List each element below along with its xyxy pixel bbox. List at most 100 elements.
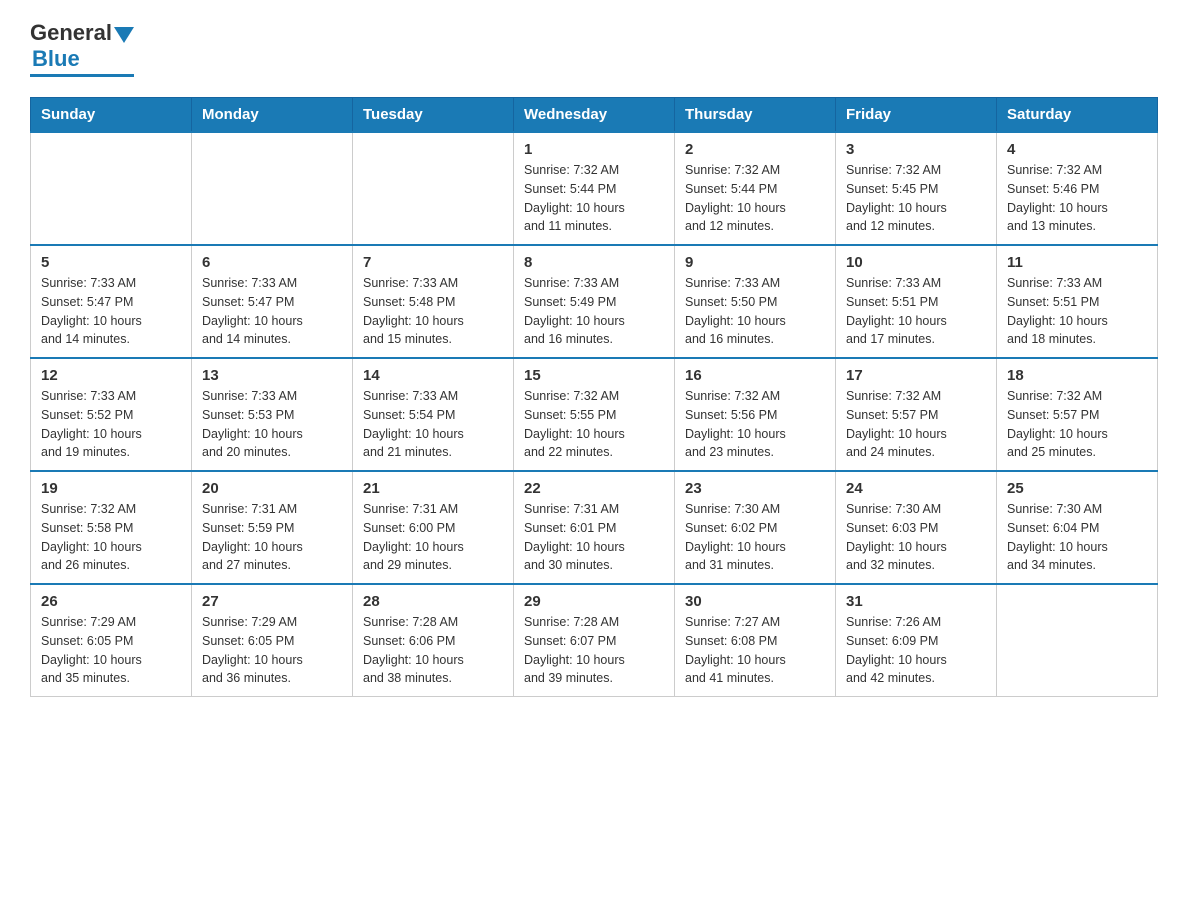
day-number: 26 [41,593,181,610]
day-info: Sunrise: 7:32 AM Sunset: 5:44 PM Dayligh… [685,163,786,233]
calendar-week-row: 19Sunrise: 7:32 AM Sunset: 5:58 PM Dayli… [31,471,1158,584]
day-number: 20 [202,480,342,497]
day-number: 9 [685,254,825,271]
calendar-day-cell: 15Sunrise: 7:32 AM Sunset: 5:55 PM Dayli… [514,358,675,471]
calendar-day-cell: 27 Sunrise: 7:29 AM Sunset: 6:05 PM Dayli… [192,584,353,697]
calendar-day-cell [353,132,514,245]
calendar-day-cell: 21Sunrise: 7:31 AM Sunset: 6:00 PM Dayli… [353,471,514,584]
day-number: 6 [202,254,342,271]
calendar-day-cell: 16 Sunrise: 7:32 AM Sunset: 5:56 PM Dayli… [675,358,836,471]
day-number: 27 [202,593,342,610]
calendar-header-row: SundayMondayTuesdayWednesdayThursdayFrid… [31,98,1158,133]
day-number: 22 [524,480,664,497]
calendar-day-cell [192,132,353,245]
calendar-day-cell: 7 Sunrise: 7:33 AM Sunset: 5:48 PM Daylig… [353,245,514,358]
day-number: 29 [524,593,664,610]
day-of-week-header: Wednesday [514,98,675,133]
calendar-day-cell [997,584,1158,697]
day-number: 24 [846,480,986,497]
day-info: Sunrise: 7:33 AM Sunset: 5:48 PM Dayligh… [363,276,464,346]
day-number: 11 [1007,254,1147,271]
day-number: 21 [363,480,503,497]
day-info: Sunrise: 7:32 AM Sunset: 5:55 PM Dayligh… [524,389,625,459]
calendar-week-row: 26 Sunrise: 7:29 AM Sunset: 6:05 PM Dayli… [31,584,1158,697]
day-info: Sunrise: 7:28 AM Sunset: 6:06 PM Dayligh… [363,615,464,685]
calendar-day-cell: 26 Sunrise: 7:29 AM Sunset: 6:05 PM Dayli… [31,584,192,697]
calendar-day-cell: 8Sunrise: 7:33 AM Sunset: 5:49 PM Daylig… [514,245,675,358]
day-info: Sunrise: 7:32 AM Sunset: 5:44 PM Dayligh… [524,163,625,233]
calendar-day-cell: 19Sunrise: 7:32 AM Sunset: 5:58 PM Dayli… [31,471,192,584]
day-info: Sunrise: 7:29 AM Sunset: 6:05 PM Dayligh… [41,615,142,685]
day-number: 2 [685,141,825,158]
logo-underline [30,74,134,77]
calendar-week-row: 5 Sunrise: 7:33 AM Sunset: 5:47 PM Daylig… [31,245,1158,358]
calendar-day-cell: 10 Sunrise: 7:33 AM Sunset: 5:51 PM Dayli… [836,245,997,358]
calendar-day-cell: 13 Sunrise: 7:33 AM Sunset: 5:53 PM Dayli… [192,358,353,471]
day-number: 14 [363,367,503,384]
page-header: General Blue [30,20,1158,77]
logo-general-text: General [30,20,112,46]
day-info: Sunrise: 7:33 AM Sunset: 5:47 PM Dayligh… [202,276,303,346]
calendar-day-cell: 11Sunrise: 7:33 AM Sunset: 5:51 PM Dayli… [997,245,1158,358]
day-info: Sunrise: 7:30 AM Sunset: 6:04 PM Dayligh… [1007,502,1108,572]
day-number: 12 [41,367,181,384]
calendar-day-cell: 24 Sunrise: 7:30 AM Sunset: 6:03 PM Dayli… [836,471,997,584]
day-info: Sunrise: 7:33 AM Sunset: 5:50 PM Dayligh… [685,276,786,346]
day-info: Sunrise: 7:32 AM Sunset: 5:46 PM Dayligh… [1007,163,1108,233]
calendar-day-cell: 5 Sunrise: 7:33 AM Sunset: 5:47 PM Daylig… [31,245,192,358]
calendar-day-cell: 17 Sunrise: 7:32 AM Sunset: 5:57 PM Dayli… [836,358,997,471]
day-info: Sunrise: 7:30 AM Sunset: 6:02 PM Dayligh… [685,502,786,572]
day-info: Sunrise: 7:32 AM Sunset: 5:57 PM Dayligh… [1007,389,1108,459]
day-info: Sunrise: 7:32 AM Sunset: 5:58 PM Dayligh… [41,502,142,572]
day-number: 30 [685,593,825,610]
day-info: Sunrise: 7:28 AM Sunset: 6:07 PM Dayligh… [524,615,625,685]
calendar-day-cell: 29 Sunrise: 7:28 AM Sunset: 6:07 PM Dayli… [514,584,675,697]
day-of-week-header: Thursday [675,98,836,133]
day-number: 5 [41,254,181,271]
calendar-day-cell: 31 Sunrise: 7:26 AM Sunset: 6:09 PM Dayli… [836,584,997,697]
day-info: Sunrise: 7:33 AM Sunset: 5:49 PM Dayligh… [524,276,625,346]
calendar-day-cell: 6 Sunrise: 7:33 AM Sunset: 5:47 PM Daylig… [192,245,353,358]
day-info: Sunrise: 7:32 AM Sunset: 5:45 PM Dayligh… [846,163,947,233]
day-number: 17 [846,367,986,384]
day-number: 16 [685,367,825,384]
day-number: 31 [846,593,986,610]
logo-blue-text: Blue [32,46,80,71]
logo: General Blue [30,20,134,77]
calendar-day-cell: 12Sunrise: 7:33 AM Sunset: 5:52 PM Dayli… [31,358,192,471]
day-info: Sunrise: 7:32 AM Sunset: 5:56 PM Dayligh… [685,389,786,459]
logo-triangle-icon [114,27,134,43]
day-number: 28 [363,593,503,610]
day-info: Sunrise: 7:33 AM Sunset: 5:51 PM Dayligh… [846,276,947,346]
calendar-day-cell: 9 Sunrise: 7:33 AM Sunset: 5:50 PM Daylig… [675,245,836,358]
calendar-day-cell: 1 Sunrise: 7:32 AM Sunset: 5:44 PM Daylig… [514,132,675,245]
day-info: Sunrise: 7:27 AM Sunset: 6:08 PM Dayligh… [685,615,786,685]
calendar-day-cell: 14 Sunrise: 7:33 AM Sunset: 5:54 PM Dayli… [353,358,514,471]
calendar-day-cell: 28 Sunrise: 7:28 AM Sunset: 6:06 PM Dayli… [353,584,514,697]
day-info: Sunrise: 7:26 AM Sunset: 6:09 PM Dayligh… [846,615,947,685]
day-info: Sunrise: 7:33 AM Sunset: 5:53 PM Dayligh… [202,389,303,459]
calendar-day-cell: 22 Sunrise: 7:31 AM Sunset: 6:01 PM Dayli… [514,471,675,584]
day-number: 3 [846,141,986,158]
day-number: 1 [524,141,664,158]
calendar-day-cell: 2 Sunrise: 7:32 AM Sunset: 5:44 PM Daylig… [675,132,836,245]
calendar-day-cell: 20 Sunrise: 7:31 AM Sunset: 5:59 PM Dayli… [192,471,353,584]
calendar-week-row: 1 Sunrise: 7:32 AM Sunset: 5:44 PM Daylig… [31,132,1158,245]
day-number: 13 [202,367,342,384]
day-info: Sunrise: 7:29 AM Sunset: 6:05 PM Dayligh… [202,615,303,685]
day-number: 10 [846,254,986,271]
day-number: 18 [1007,367,1147,384]
day-info: Sunrise: 7:31 AM Sunset: 6:01 PM Dayligh… [524,502,625,572]
calendar-day-cell: 18 Sunrise: 7:32 AM Sunset: 5:57 PM Dayli… [997,358,1158,471]
day-info: Sunrise: 7:33 AM Sunset: 5:54 PM Dayligh… [363,389,464,459]
day-info: Sunrise: 7:33 AM Sunset: 5:47 PM Dayligh… [41,276,142,346]
day-info: Sunrise: 7:31 AM Sunset: 5:59 PM Dayligh… [202,502,303,572]
day-info: Sunrise: 7:30 AM Sunset: 6:03 PM Dayligh… [846,502,947,572]
calendar-day-cell: 25Sunrise: 7:30 AM Sunset: 6:04 PM Dayli… [997,471,1158,584]
day-number: 7 [363,254,503,271]
day-of-week-header: Tuesday [353,98,514,133]
calendar-table: SundayMondayTuesdayWednesdayThursdayFrid… [30,97,1158,697]
calendar-day-cell: 30 Sunrise: 7:27 AM Sunset: 6:08 PM Dayli… [675,584,836,697]
calendar-day-cell: 4Sunrise: 7:32 AM Sunset: 5:46 PM Daylig… [997,132,1158,245]
day-info: Sunrise: 7:32 AM Sunset: 5:57 PM Dayligh… [846,389,947,459]
